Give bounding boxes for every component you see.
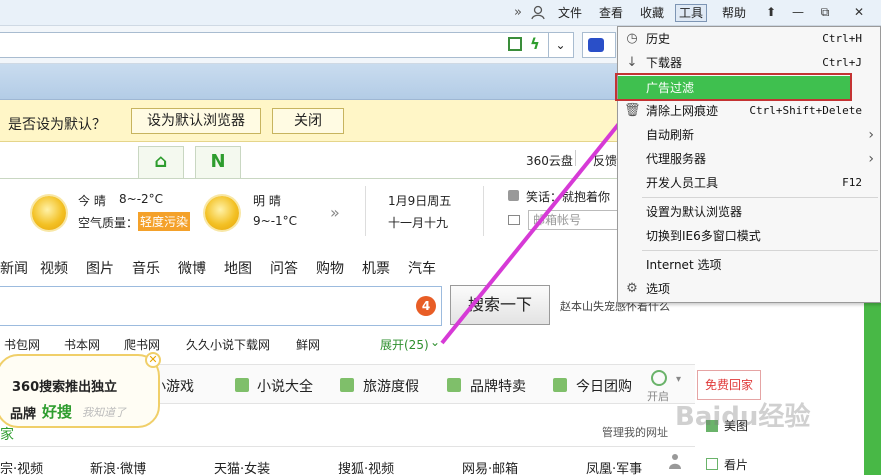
menu-item-set-default[interactable]: 设置为默认浏览器 xyxy=(618,200,880,224)
menu-item-proxy-label: 代理服务器 xyxy=(646,152,707,166)
gear-icon: ⚙ xyxy=(626,281,638,296)
menu-item-set-default-label: 设置为默认浏览器 xyxy=(646,205,743,219)
menu-item-clear-traces-shortcut: Ctrl+Shift+Delete xyxy=(749,104,862,117)
menu-item-history-label: 历史 xyxy=(646,32,671,46)
menu-item-options-label: 选项 xyxy=(646,282,671,296)
menu-item-history-shortcut: Ctrl+H xyxy=(822,32,862,45)
menu-item-devtools-shortcut: F12 xyxy=(842,176,862,189)
clock-icon: ◷ xyxy=(626,31,638,46)
menu-separator xyxy=(642,197,878,198)
menu-item-downloads-shortcut: Ctrl+J xyxy=(822,56,862,69)
menu-item-devtools-label: 开发人员工具 xyxy=(646,176,719,190)
menu-separator xyxy=(642,250,878,251)
annotation-highlight-box xyxy=(615,73,852,101)
menu-item-internet-options-label: Internet 选项 xyxy=(646,258,722,272)
menu-item-proxy[interactable]: 代理服务器 › xyxy=(618,147,880,171)
menu-item-clear-traces-label: 清除上网痕迹 xyxy=(646,104,719,118)
trash-icon: 🗑 xyxy=(624,103,641,118)
menu-item-ie6-mode[interactable]: 切换到IE6多窗口模式 xyxy=(618,224,880,248)
menu-item-ie6-mode-label: 切换到IE6多窗口模式 xyxy=(646,229,761,243)
menu-item-downloads-label: 下载器 xyxy=(646,56,683,70)
menu-item-auto-refresh[interactable]: 自动刷新 › xyxy=(618,123,880,147)
submenu-arrow-icon: › xyxy=(868,151,874,167)
menu-item-options[interactable]: ⚙ 选项 xyxy=(618,277,880,301)
arrow-line xyxy=(440,108,632,345)
submenu-arrow-icon: › xyxy=(868,127,874,143)
menu-item-downloads[interactable]: ↓ 下载器 Ctrl+J xyxy=(618,51,880,75)
menu-item-auto-refresh-label: 自动刷新 xyxy=(646,128,695,142)
menu-item-internet-options[interactable]: Internet 选项 xyxy=(618,253,880,277)
menu-item-clear-traces[interactable]: 🗑 清除上网痕迹 Ctrl+Shift+Delete xyxy=(618,99,880,123)
menu-item-devtools[interactable]: 开发人员工具 F12 xyxy=(618,171,880,195)
menu-item-history[interactable]: ◷ 历史 Ctrl+H xyxy=(618,27,880,51)
download-icon: ↓ xyxy=(626,55,638,70)
